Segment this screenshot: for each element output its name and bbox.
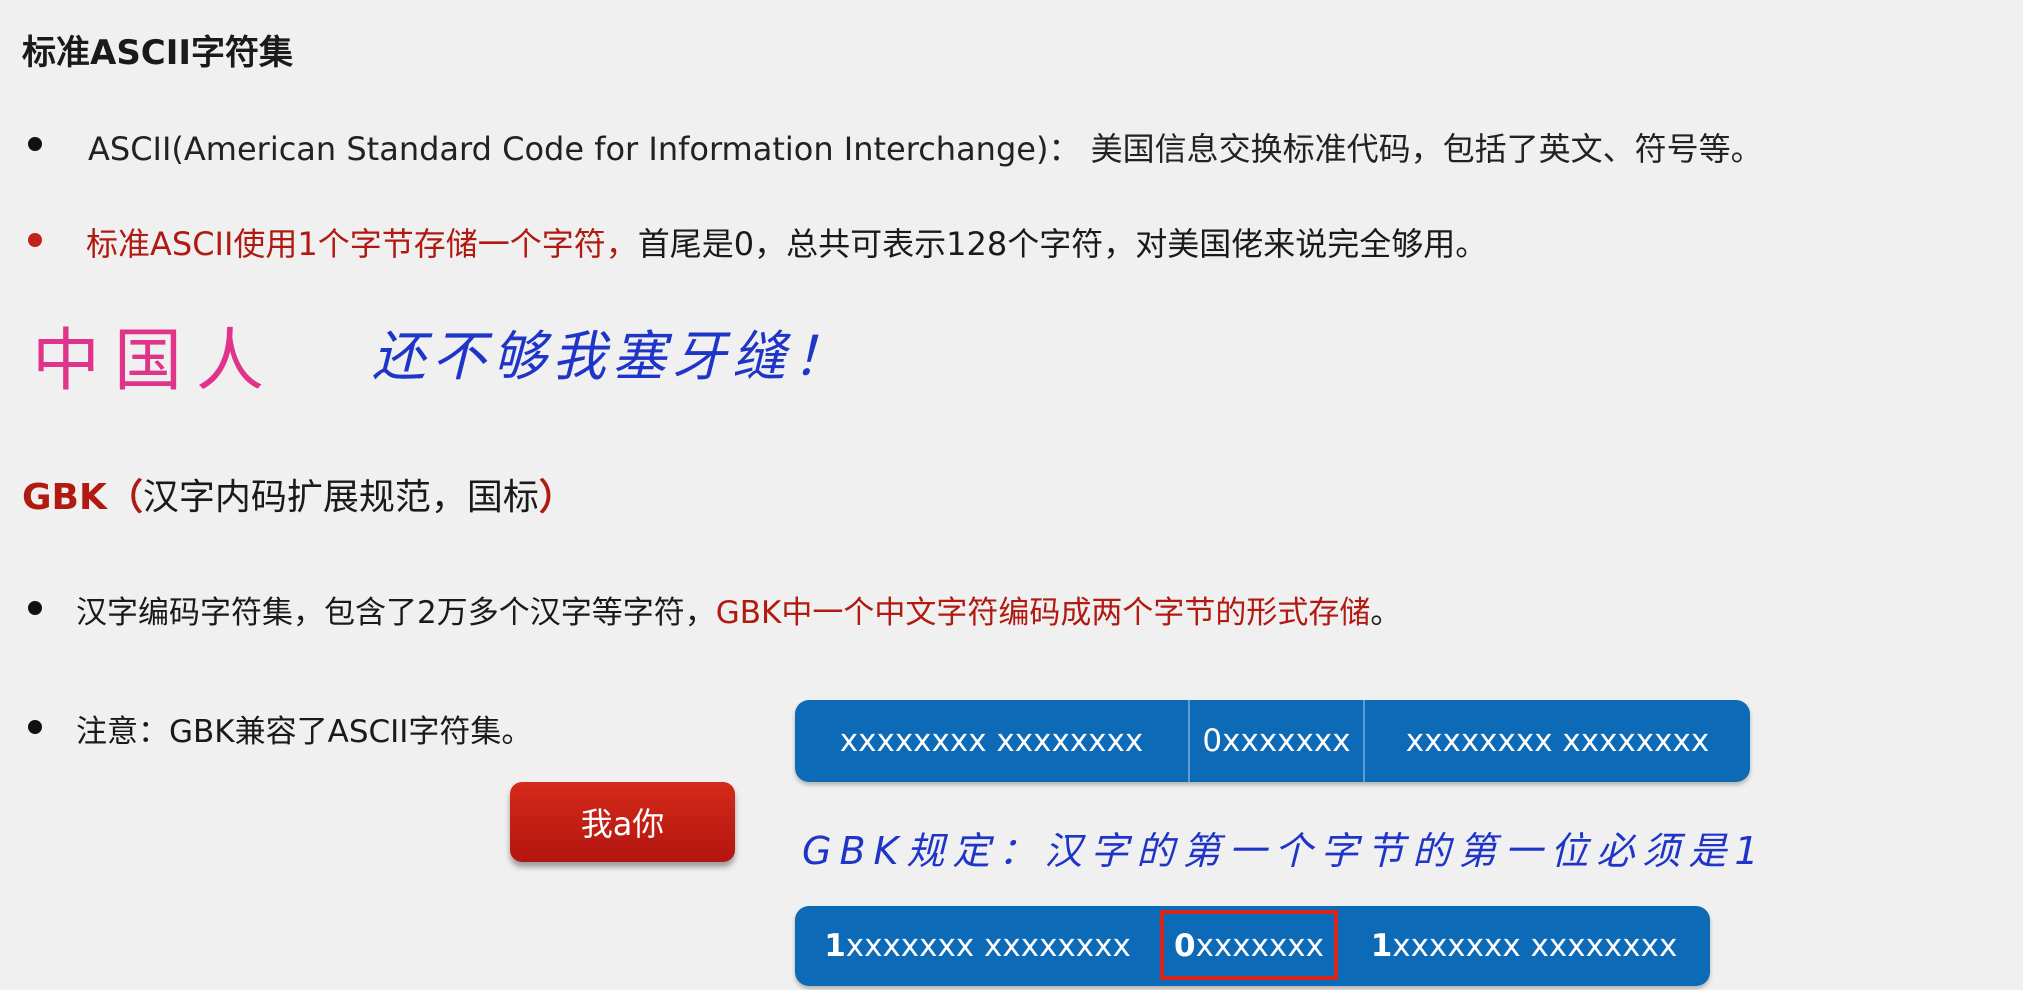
byte-segment-text: xxxxxxxx xxxxxxxx: [1405, 723, 1710, 759]
gbk-heading: GBK（汉字内码扩展规范，国标）: [22, 468, 575, 520]
byte-segment-text: xxxxxxxx xxxxxxxx: [839, 723, 1144, 759]
handwriting-pink: 中国人: [32, 322, 279, 401]
byte-segment-text: 1xxxxxxx xxxxxxxx: [824, 928, 1131, 964]
byte-segment: 1xxxxxxx xxxxxxxx: [795, 906, 1160, 986]
example-button[interactable]: 我a你: [510, 782, 735, 862]
ascii-storage-line: 标准ASCII使用1个字节存储一个字符，首尾是0，总共可表示128个字符，对美国…: [86, 219, 1487, 265]
gbk-title: GBK: [22, 477, 107, 518]
handwriting-blue: 还不够我塞牙缝！: [372, 325, 852, 388]
byte-segment: xxxxxxxx xxxxxxxx: [795, 700, 1188, 782]
ascii-storage-highlight: 标准ASCII使用1个字节存储一个字符，: [86, 225, 638, 263]
gbk-subtitle: 汉字内码扩展规范，国标: [142, 477, 539, 518]
ascii-storage-rest: 首尾是0，总共可表示128个字符，对美国佬来说完全够用。: [637, 225, 1488, 263]
gbk-note: 注意：GBK兼容了ASCII字符集。: [76, 714, 533, 750]
byte-segment-text: 1xxxxxxx xxxxxxxx: [1370, 928, 1678, 964]
byte-segment: xxxxxxxx xxxxxxxx: [1363, 700, 1750, 782]
gbk-description: 汉字编码字符集，包含了2万多个汉字等字符，GBK中一个中文字符编码成两个字节的形…: [76, 587, 1401, 632]
bullet-dot: [28, 720, 42, 734]
bullet-dot: [28, 601, 42, 615]
ascii-description: ASCII(American Standard Code for Informa…: [88, 130, 1763, 168]
bullet-dot: [28, 233, 42, 247]
gbk-desc-plain: 汉字编码字符集，包含了2万多个汉字等字符，: [76, 595, 716, 631]
gbk-desc-highlight: GBK中一个中文字符编码成两个字节的形式存储: [715, 595, 1371, 631]
byte-segment-text: 0xxxxxxx: [1202, 723, 1351, 759]
gbk-desc-end: 。: [1370, 595, 1402, 631]
page-title: 标准ASCII字符集: [22, 33, 294, 73]
bullet-dot: [28, 137, 42, 151]
byte-segment: 1xxxxxxx xxxxxxxx: [1338, 906, 1710, 986]
byte-bar-ascii: xxxxxxxx xxxxxxxx 0xxxxxxx xxxxxxxx xxxx…: [795, 700, 1750, 782]
byte-segment-ascii: 0xxxxxxx: [1188, 700, 1363, 782]
handwriting-gbk-rule: GBK规定：汉字的第一个字节的第一位必须是1: [802, 829, 1767, 873]
gbk-paren-close: ）: [538, 477, 575, 518]
gbk-paren-open: （: [106, 477, 143, 518]
highlight-box: [1160, 910, 1338, 980]
